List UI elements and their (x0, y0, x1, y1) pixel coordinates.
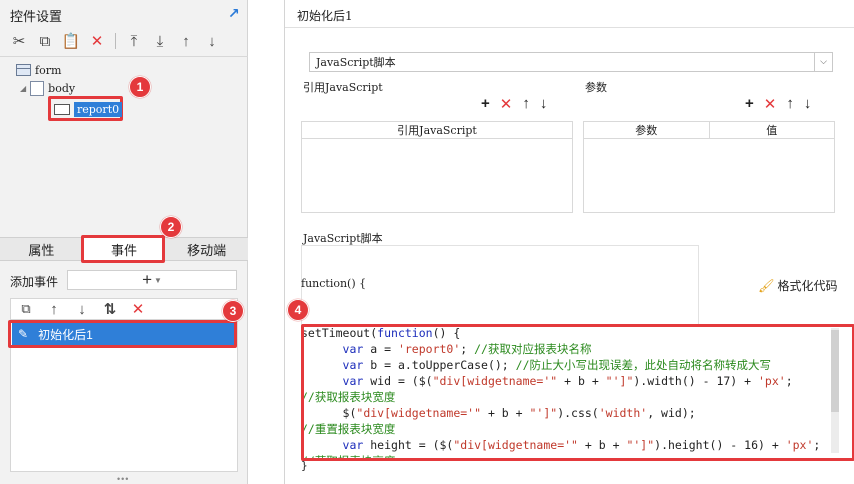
ref-js-table: 引用JavaScript (301, 121, 573, 213)
format-code-button[interactable]: 🖌 格式化代码 (758, 277, 838, 294)
highlight-box-4 (301, 324, 854, 461)
params-label: 参数 (585, 81, 607, 94)
panel-title: 初始化后1 (297, 9, 353, 23)
annotation-badge-4: 4 (287, 299, 309, 321)
pin-icon[interactable]: ↗ (228, 5, 240, 22)
tree-item-label: form (35, 63, 62, 77)
add-event-label: 添加事件 (10, 275, 59, 289)
move-up-icon[interactable]: ↑ (522, 95, 530, 113)
tab-mobile[interactable]: 移动端 (165, 238, 248, 260)
tree-item-body[interactable]: ◢ body (20, 79, 75, 97)
move-bottom-icon[interactable]: ⤓ (149, 30, 171, 52)
script-type-select[interactable]: JavaScript脚本 ⌵ (309, 52, 833, 72)
function-open-text: function() { (301, 277, 367, 290)
tree-item-label: report0 (74, 101, 123, 117)
move-top-icon[interactable]: ⤒ (123, 30, 145, 52)
move-up-icon[interactable]: ↑ (43, 298, 65, 320)
column-header[interactable]: 引用JavaScript (302, 122, 572, 138)
select-value: JavaScript脚本 (316, 56, 396, 69)
move-down-icon[interactable]: ↓ (71, 298, 93, 320)
highlight-box-3 (8, 320, 237, 348)
sort-icon[interactable]: ⇅ (99, 298, 121, 320)
report-block-icon (54, 103, 70, 115)
script-label: JavaScript脚本 (303, 232, 383, 245)
annotation-badge-1: 1 (129, 76, 151, 98)
highlight-box-2 (81, 235, 165, 263)
move-up-icon[interactable]: ↑ (175, 30, 197, 52)
delete-icon[interactable]: ✕ (764, 95, 777, 113)
toolbar-divider (0, 56, 248, 57)
ref-js-ops: + ✕ ↑ ↓ (481, 95, 547, 113)
expand-arrow-icon[interactable]: ◢ (20, 84, 26, 93)
event-toolbar: ⧉ ↑ ↓ ⇅ ✕ (10, 298, 238, 320)
params-ops: + ✕ ↑ ↓ (745, 95, 811, 113)
widget-settings-panel: 控件设置 ↗ ✂ ⧉ 📋 ✕ ⤒ ⤓ ↑ ↓ form ◢ body repor… (0, 0, 248, 484)
move-down-icon[interactable]: ↓ (804, 95, 812, 113)
tab-properties[interactable]: 属性 (0, 238, 83, 260)
chevron-down-icon[interactable]: ⌵ (814, 53, 832, 71)
move-down-icon[interactable]: ↓ (201, 30, 223, 52)
annotation-badge-3: 3 (222, 300, 244, 322)
add-event-button[interactable]: + ▼ (67, 270, 237, 290)
title-divider (285, 27, 854, 28)
params-table: 参数 值 (583, 121, 835, 213)
event-editor-panel: 初始化后1 JavaScript脚本 ⌵ 引用JavaScript 参数 + ✕… (284, 0, 854, 484)
dropdown-arrow-icon: ▼ (154, 275, 162, 285)
brush-icon: 🖌 (758, 277, 775, 293)
widget-toolbar: ✂ ⧉ 📋 ✕ ⤒ ⤓ ↑ ↓ (8, 30, 240, 52)
tree-item-label: body (48, 81, 76, 95)
add-icon[interactable]: + (481, 95, 490, 113)
paste-icon[interactable]: 📋 (60, 30, 82, 52)
column-header[interactable]: 值 (710, 122, 835, 138)
move-down-icon[interactable]: ↓ (540, 95, 548, 113)
format-code-label: 格式化代码 (777, 279, 838, 293)
copy-icon[interactable]: ⧉ (15, 298, 37, 320)
delete-icon[interactable]: ✕ (500, 95, 513, 113)
cut-icon[interactable]: ✂ (8, 30, 30, 52)
panel-title: 控件设置 (10, 9, 63, 24)
toolbar-divider (115, 33, 116, 49)
annotation-badge-2: 2 (160, 216, 182, 238)
form-icon (16, 64, 31, 76)
copy-icon[interactable]: ⧉ (34, 30, 56, 52)
ref-js-label: 引用JavaScript (303, 81, 383, 94)
tree-item-form[interactable]: form (16, 61, 61, 79)
add-icon: + (142, 270, 152, 289)
tree-item-report0[interactable]: report0 (54, 100, 123, 118)
page-icon (30, 80, 45, 96)
delete-icon[interactable]: ✕ (127, 298, 149, 320)
delete-icon[interactable]: ✕ (86, 30, 108, 52)
resize-grip-icon[interactable]: ••• (117, 474, 129, 484)
column-header[interactable]: 参数 (584, 122, 710, 138)
move-up-icon[interactable]: ↑ (786, 95, 794, 113)
add-icon[interactable]: + (745, 95, 754, 113)
